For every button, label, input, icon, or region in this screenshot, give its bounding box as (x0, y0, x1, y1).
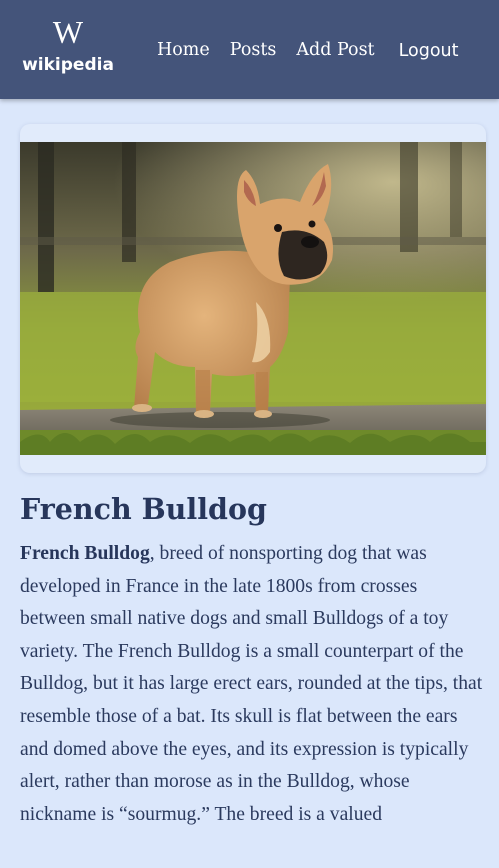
lead-term: French Bulldog (20, 543, 150, 564)
site-logo[interactable]: W wikipedia (20, 14, 116, 84)
post-image-card (20, 124, 486, 473)
nav-link-home[interactable]: Home (157, 38, 210, 62)
post-body: French Bulldog, breed of nonsporting dog… (20, 538, 486, 831)
main-nav: Home Posts Add Post Logout (157, 37, 459, 63)
nav-link-logout[interactable]: Logout (399, 39, 459, 63)
french-bulldog-photo (20, 142, 486, 455)
post-title: French Bulldog (20, 492, 267, 526)
logo-text: wikipedia (22, 55, 114, 75)
nav-link-posts[interactable]: Posts (230, 38, 277, 62)
top-navbar: W wikipedia Home Posts Add Post Logout (0, 0, 499, 99)
nav-link-add-post[interactable]: Add Post (296, 38, 374, 62)
post-body-text: , breed of nonsporting dog that was deve… (20, 543, 483, 825)
wikipedia-logo-icon: W (52, 14, 84, 50)
